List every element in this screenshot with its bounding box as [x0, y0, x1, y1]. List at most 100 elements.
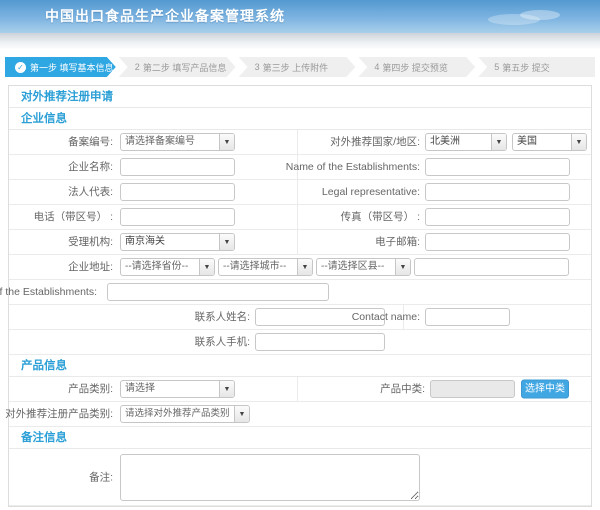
- chevron-down-icon[interactable]: ▼: [219, 381, 234, 397]
- legal-rep-input[interactable]: [120, 183, 235, 201]
- form-row-legal-rep: 法人代表: Legal representative:: [9, 180, 591, 205]
- app-title: 中国出口食品生产企业备案管理系统: [45, 0, 285, 33]
- step-label: 第三步 上传附件: [263, 61, 329, 74]
- step-label: 第四步 提交预览: [382, 61, 448, 74]
- step-1-basic-info[interactable]: ✓ 第一步 填写基本信息: [5, 57, 116, 77]
- column-divider: [297, 230, 298, 254]
- app-header: 中国出口食品生产企业备案管理系统: [0, 0, 600, 33]
- chevron-down-icon[interactable]: ▼: [199, 259, 214, 275]
- ent-name-en-label: Name of the Establishments:: [286, 155, 420, 180]
- rec-country-value: 美国: [513, 134, 571, 150]
- address-detail-input[interactable]: [414, 258, 569, 276]
- record-no-value: 请选择备案编号: [121, 134, 219, 150]
- step-number: 5: [494, 62, 499, 72]
- rec-country-label: 对外推荐国家/地区:: [330, 130, 420, 155]
- contact-name-en-input[interactable]: [425, 308, 510, 326]
- step-number: 3: [255, 62, 260, 72]
- email-label: 电子邮箱:: [375, 230, 420, 255]
- chevron-down-icon[interactable]: ▼: [571, 134, 586, 150]
- product-cat-label: 产品类别:: [68, 377, 113, 402]
- agency-label: 受理机构:: [68, 230, 113, 255]
- form-row-product-cat: 产品类别: 请选择 ▼ 产品中类: 选择中类: [9, 377, 591, 402]
- form-row-address: 企业地址: --请选择省份-- ▼ --请选择城市-- ▼ --请选择区县-- …: [9, 255, 591, 280]
- contact-mobile-input[interactable]: [255, 333, 385, 351]
- address-label: 企业地址:: [68, 255, 113, 280]
- legal-rep-en-label: Legal representative:: [322, 180, 420, 205]
- chevron-down-icon[interactable]: ▼: [395, 259, 410, 275]
- chevron-down-icon[interactable]: ▼: [219, 234, 234, 250]
- form-row-contact-mobile: 联系人手机:: [9, 330, 591, 355]
- rec-continent-select[interactable]: 北美洲 ▼: [425, 133, 507, 151]
- form-row-ent-name: 企业名称: Name of the Establishments:: [9, 155, 591, 180]
- form-row-rec-product-cat: 对外推荐注册产品类别: 请选择对外推荐产品类别 ▼: [9, 402, 591, 427]
- step-label: 第二步 填写产品信息: [143, 61, 227, 74]
- chevron-down-icon[interactable]: ▼: [491, 134, 506, 150]
- main-panel: 对外推荐注册申请 企业信息 备案编号: 请选择备案编号 ▼ 对外推荐国家/地区:…: [8, 85, 592, 507]
- agency-select[interactable]: 南京海关 ▼: [120, 233, 235, 251]
- form-row-phone-fax: 电话（带区号） : 传真（带区号） :: [9, 205, 591, 230]
- contact-name-label: 联系人姓名:: [195, 305, 250, 330]
- step-4-submit-preview[interactable]: 4 第四步 提交预览: [358, 57, 475, 77]
- address-en-label: Address of the Establishments:: [0, 280, 97, 305]
- record-no-label: 备案编号:: [68, 130, 113, 155]
- legal-rep-label: 法人代表:: [68, 180, 113, 205]
- column-divider: [297, 130, 298, 154]
- fax-label: 传真（带区号） :: [341, 205, 420, 230]
- step-number: 4: [374, 62, 379, 72]
- step-label: 第五步 提交: [502, 61, 550, 74]
- form-row-contact-name: 联系人姓名: Contact name:: [9, 305, 591, 330]
- ent-name-input[interactable]: [120, 158, 235, 176]
- section-product-title: 产品信息: [9, 355, 591, 377]
- step-number: 2: [135, 62, 140, 72]
- form-row-agency-email: 受理机构: 南京海关 ▼ 电子邮箱:: [9, 230, 591, 255]
- header-strip: [0, 33, 600, 49]
- rec-product-cat-select[interactable]: 请选择对外推荐产品类别 ▼: [120, 405, 250, 423]
- form-title: 对外推荐注册申请: [9, 86, 591, 108]
- province-value: --请选择省份--: [121, 259, 199, 275]
- rec-country-select[interactable]: 美国 ▼: [512, 133, 587, 151]
- chevron-down-icon[interactable]: ▼: [297, 259, 312, 275]
- agency-value: 南京海关: [121, 234, 219, 250]
- step-5-submit[interactable]: 5 第五步 提交: [478, 57, 595, 77]
- phone-label: 电话（带区号） :: [34, 205, 113, 230]
- contact-mobile-label: 联系人手机:: [195, 330, 250, 355]
- rec-continent-value: 北美洲: [426, 134, 491, 150]
- city-select[interactable]: --请选择城市-- ▼: [218, 258, 313, 276]
- step-2-product-info[interactable]: 2 第二步 填写产品信息: [119, 57, 236, 77]
- province-select[interactable]: --请选择省份-- ▼: [120, 258, 215, 276]
- column-divider: [297, 205, 298, 229]
- legal-rep-en-input[interactable]: [425, 183, 570, 201]
- cloud-decoration: [520, 10, 560, 20]
- check-icon: ✓: [15, 62, 26, 73]
- record-no-select[interactable]: 请选择备案编号 ▼: [120, 133, 235, 151]
- fax-input[interactable]: [425, 208, 570, 226]
- product-cat-value: 请选择: [121, 381, 219, 397]
- rec-product-cat-label: 对外推荐注册产品类别:: [5, 402, 113, 427]
- ent-name-en-input[interactable]: [425, 158, 570, 176]
- select-mid-category-button[interactable]: 选择中类: [521, 380, 569, 399]
- product-mid-input: [430, 380, 515, 398]
- step-bar: ✓ 第一步 填写基本信息 2 第二步 填写产品信息 3 第三步 上传附件 4 第…: [5, 57, 595, 77]
- product-cat-select[interactable]: 请选择 ▼: [120, 380, 235, 398]
- district-select[interactable]: --请选择区县-- ▼: [316, 258, 411, 276]
- address-en-input[interactable]: [107, 283, 329, 301]
- email-input[interactable]: [425, 233, 570, 251]
- column-divider: [297, 180, 298, 204]
- remark-label: 备注:: [89, 470, 113, 485]
- phone-input[interactable]: [120, 208, 235, 226]
- column-divider: [297, 377, 298, 401]
- chevron-down-icon[interactable]: ▼: [234, 406, 249, 422]
- step-3-upload-attachments[interactable]: 3 第三步 上传附件: [239, 57, 356, 77]
- chevron-down-icon[interactable]: ▼: [219, 134, 234, 150]
- section-remark-title: 备注信息: [9, 427, 591, 449]
- form-row-address-en: Address of the Establishments:: [9, 280, 591, 305]
- remark-textarea[interactable]: [120, 454, 420, 501]
- ent-name-label: 企业名称:: [68, 155, 113, 180]
- contact-name-en-label: Contact name:: [352, 305, 420, 330]
- form-row-remark: 备注:: [9, 449, 591, 506]
- city-value: --请选择城市--: [219, 259, 297, 275]
- rec-product-cat-value: 请选择对外推荐产品类别: [121, 406, 234, 422]
- product-mid-label: 产品中类:: [380, 377, 425, 402]
- section-enterprise-title: 企业信息: [9, 108, 591, 130]
- district-value: --请选择区县--: [317, 259, 395, 275]
